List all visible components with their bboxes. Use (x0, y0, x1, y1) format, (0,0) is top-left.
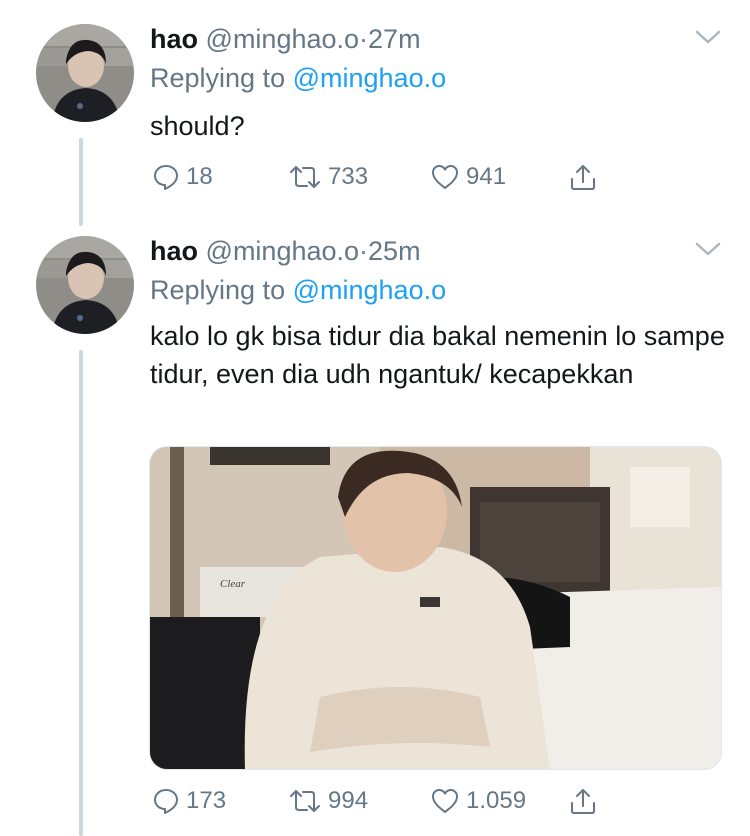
chevron-down-icon[interactable] (694, 27, 722, 47)
retweet-count: 733 (328, 163, 369, 190)
reply-count: 173 (186, 787, 227, 814)
separator: · (359, 24, 369, 54)
replying-label: Replying to (150, 63, 286, 93)
like-button[interactable]: 1.059 (430, 781, 526, 821)
heart-icon (432, 789, 458, 813)
tweet-header: hao @minghao.o·27m (150, 23, 421, 55)
replying-to: Replying to @minghao.o (150, 62, 446, 94)
heart-icon (432, 165, 458, 189)
share-button[interactable] (568, 781, 598, 821)
display-name[interactable]: hao (150, 236, 198, 266)
media-image: Clear (150, 447, 721, 769)
replying-label: Replying to (150, 275, 286, 305)
avatar[interactable] (36, 236, 134, 334)
tweet-actions: 18 733 941 (150, 157, 730, 197)
like-count: 941 (466, 163, 507, 190)
reply-button[interactable]: 18 (152, 157, 213, 197)
retweet-icon (290, 790, 320, 812)
retweet-button[interactable]: 994 (288, 781, 368, 821)
tweet-text: kalo lo gk bisa tidur dia bakal nemenin … (150, 321, 725, 389)
tweet-text: should? (150, 111, 245, 141)
retweet-button[interactable]: 733 (288, 157, 368, 197)
mention-link[interactable]: @minghao.o (293, 275, 447, 305)
chevron-down-icon[interactable] (694, 239, 722, 259)
retweet-count: 994 (328, 787, 369, 814)
replying-to: Replying to @minghao.o (150, 274, 446, 306)
share-button[interactable] (568, 157, 598, 197)
timestamp[interactable]: 25m (368, 236, 421, 266)
like-button[interactable]: 941 (430, 157, 506, 197)
tweet-header: hao @minghao.o·25m (150, 235, 421, 267)
tweet[interactable]: hao @minghao.o·25m Replying to @minghao.… (0, 225, 750, 836)
media-box-label: Clear (220, 578, 246, 590)
reply-button[interactable]: 173 (152, 781, 226, 821)
separator: · (359, 236, 369, 266)
display-name[interactable]: hao (150, 24, 198, 54)
reply-icon (154, 165, 178, 190)
tweet[interactable]: hao @minghao.o·27m Replying to @minghao.… (0, 0, 750, 225)
share-icon (571, 165, 595, 190)
tweet-media[interactable]: Clear (149, 446, 722, 770)
avatar[interactable] (36, 24, 134, 122)
retweet-icon (290, 166, 320, 188)
tweet-actions: 173 994 1.059 (150, 781, 730, 821)
user-handle[interactable]: @minghao.o (206, 236, 360, 266)
like-count: 1.059 (466, 787, 527, 814)
reply-count: 18 (186, 163, 213, 190)
user-handle[interactable]: @minghao.o (206, 24, 360, 54)
reply-icon (154, 789, 178, 814)
mention-link[interactable]: @minghao.o (293, 63, 447, 93)
share-icon (571, 789, 595, 814)
timestamp[interactable]: 27m (368, 24, 421, 54)
